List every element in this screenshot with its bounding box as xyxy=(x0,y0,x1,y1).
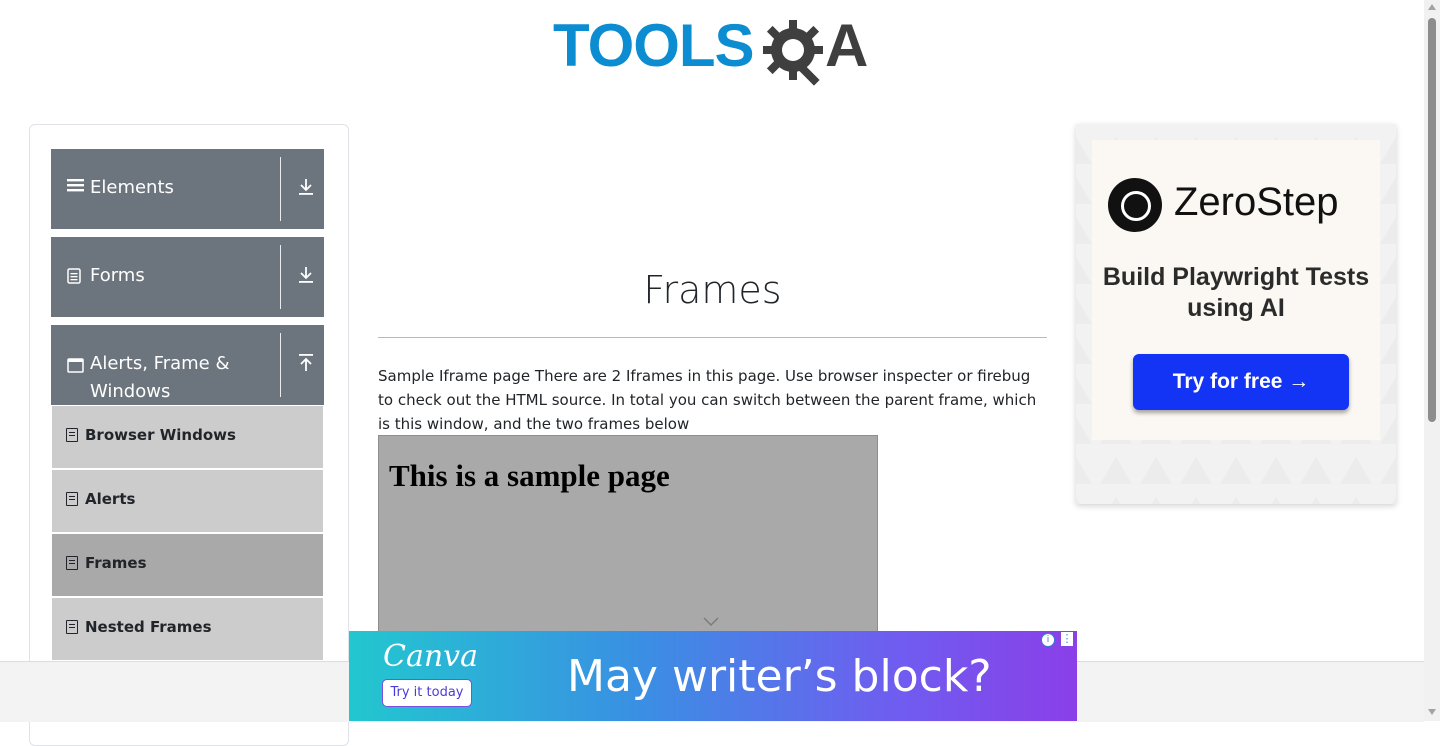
group-header-elements[interactable]: Elements xyxy=(51,149,324,229)
divider xyxy=(280,157,281,221)
title-divider xyxy=(378,337,1047,338)
window-icon xyxy=(67,358,84,377)
sidebar-item-alerts[interactable]: Alerts xyxy=(52,470,323,534)
group-title-elements: Elements xyxy=(90,177,174,198)
download-arrow-icon[interactable] xyxy=(296,177,316,201)
divider xyxy=(280,333,281,397)
hamburger-icon xyxy=(67,177,84,197)
html5-icon xyxy=(66,492,78,506)
ad-menu-icon[interactable]: ⋮ xyxy=(1061,632,1073,646)
scroll-down-arrow-icon[interactable] xyxy=(1428,709,1436,715)
html5-icon xyxy=(66,556,78,570)
ad-info-icon[interactable]: i xyxy=(1041,633,1055,647)
html5-icon xyxy=(66,620,78,634)
group-title-alerts-frame-windows: Alerts, Frame & Windows xyxy=(90,353,230,402)
intro-text: Sample Iframe page There are 2 Iframes i… xyxy=(378,367,1037,433)
upload-arrow-icon[interactable] xyxy=(296,353,316,377)
sidebar-item-label: Alerts xyxy=(85,490,136,508)
sidebar-item-label: Nested Frames xyxy=(85,618,212,636)
logo-text-a: A xyxy=(825,12,869,79)
sidebar-item-frames[interactable]: Frames xyxy=(52,534,323,598)
page-scrollbar[interactable] xyxy=(1424,0,1440,721)
try-it-today-button[interactable]: Try it today xyxy=(382,679,472,707)
group-header-forms[interactable]: Forms xyxy=(51,237,324,317)
html5-icon xyxy=(66,428,78,442)
try-for-free-button[interactable]: Try for free → xyxy=(1133,354,1349,410)
frame-heading: This is a sample page xyxy=(389,458,670,493)
group-title-forms: Forms xyxy=(90,265,145,286)
ad-headline: May writer’s block? xyxy=(567,651,992,702)
logo-text-tools: TOOLS xyxy=(553,12,755,79)
group-header-alerts-frame-windows[interactable]: Alerts, Frame & Windows xyxy=(51,325,324,405)
zerostep-ad[interactable]: ZeroStep Build Playwright Tests using AI… xyxy=(1076,124,1396,504)
download-arrow-icon[interactable] xyxy=(296,265,316,289)
scrollbar-thumb[interactable] xyxy=(1428,18,1436,422)
sidebar-item-label: Frames xyxy=(85,554,147,572)
zerostep-logo-icon xyxy=(1108,178,1162,232)
document-icon xyxy=(67,268,81,288)
scroll-up-arrow-icon[interactable] xyxy=(1428,4,1436,10)
sidebar-item-label: Browser Windows xyxy=(85,426,236,444)
ad-tagline: Build Playwright Tests using AI xyxy=(1102,263,1370,322)
ad-brand: ZeroStep xyxy=(1174,180,1339,224)
canva-banner-ad[interactable]: Canva Try it today May writer’s block? i… xyxy=(349,631,1077,721)
ad-card: ZeroStep Build Playwright Tests using AI… xyxy=(1092,140,1380,440)
canva-logo: Canva xyxy=(383,639,478,674)
chevron-down-icon xyxy=(703,612,719,631)
gear-magnifier-icon xyxy=(763,20,823,86)
left-panel: Elements Forms Alerts, Frame & Windows B… xyxy=(29,124,349,746)
page-title: Frames xyxy=(643,268,782,312)
sidebar-item-nested-frames[interactable]: Nested Frames xyxy=(52,598,323,662)
iframe-frame1[interactable]: This is a sample page xyxy=(378,435,878,657)
divider xyxy=(280,245,281,309)
toolsqa-logo[interactable]: TOOLS A xyxy=(553,14,883,92)
sidebar-item-browser-windows[interactable]: Browser Windows xyxy=(52,406,323,470)
